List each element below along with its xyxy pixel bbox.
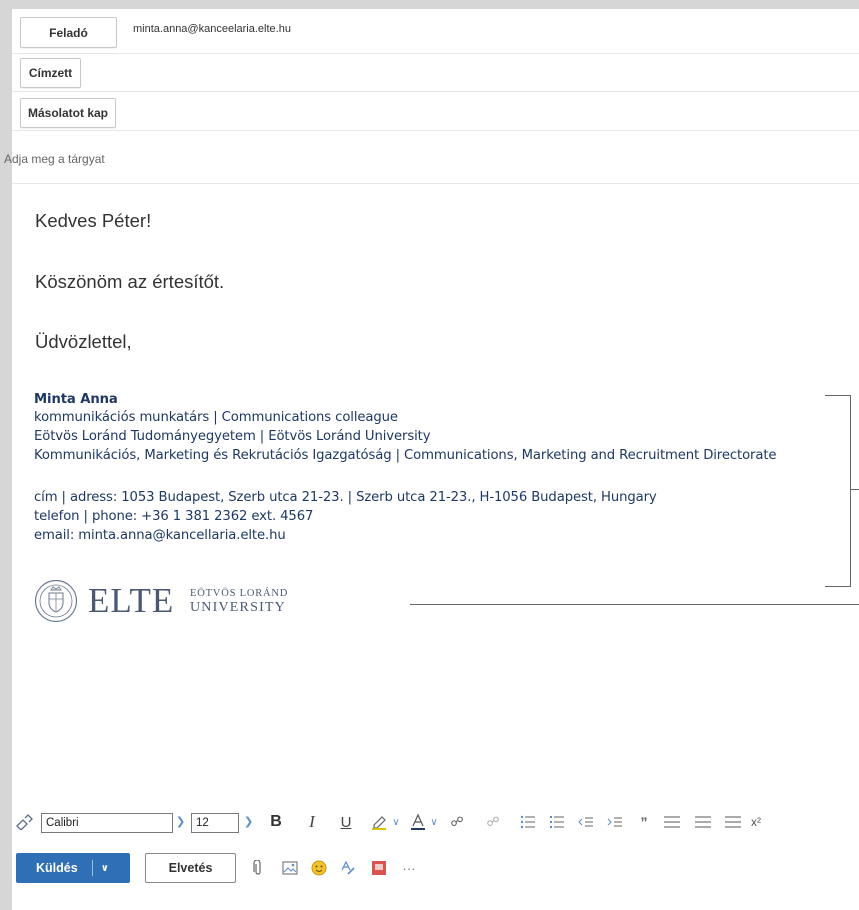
send-options-chevron-icon[interactable]: ∨ (101, 863, 109, 874)
attach-icon[interactable] (249, 858, 267, 878)
align-left-icon[interactable] (661, 812, 683, 832)
more-options-icon[interactable]: ··· (397, 858, 421, 878)
font-size-chevron-icon[interactable]: ❯ (244, 815, 253, 828)
signature-dept: Kommunikációs, Marketing és Rekrutációs … (34, 448, 777, 463)
italic-button[interactable]: I (302, 812, 322, 832)
numbered-list-icon[interactable] (546, 812, 568, 832)
greeting-text: Kedves Péter! (35, 210, 152, 231)
send-button-label[interactable]: Küldés (36, 861, 78, 875)
from-button[interactable]: Feladó (20, 17, 117, 48)
addin-icon[interactable] (369, 858, 389, 878)
signature-email: email: minta.anna@kancellaria.elte.hu (34, 528, 286, 543)
from-address: minta.anna@kanceelaria.elte.hu (133, 23, 291, 35)
discard-button[interactable]: Elvetés (145, 853, 236, 883)
insert-image-icon[interactable] (280, 858, 300, 878)
font-family-chevron-icon[interactable]: ❯ (176, 815, 185, 828)
font-color-chevron-icon[interactable]: ∨ (428, 814, 440, 830)
quote-icon[interactable]: ” (634, 812, 654, 832)
bullet-list-icon[interactable] (517, 812, 539, 832)
underline-button[interactable]: U (336, 812, 356, 832)
elte-logo-text: ELTE (88, 581, 175, 620)
to-row (12, 53, 859, 92)
align-right-icon[interactable] (722, 812, 744, 832)
annotation-line (410, 604, 859, 605)
signature-phone: telefon | phone: +36 1 381 2362 ext. 456… (34, 509, 314, 524)
action-bar: Küldés ∨ Elvetés ··· (12, 844, 859, 888)
elte-seal-icon (34, 579, 78, 628)
formatting-toolbar: Calibri ❯ 12 ❯ B I U ∨ ∨ ☍ ☍ ” x² (12, 805, 859, 839)
signature-title: kommunikációs munkatárs | Communications… (34, 410, 398, 425)
signature-org: Eötvös Loránd Tudományegyetem | Eötvös L… (34, 429, 431, 444)
cc-row (12, 91, 859, 131)
elte-logo-sub1: EÖTVÖS LORÁND (190, 588, 289, 599)
send-button[interactable]: Küldés ∨ (16, 853, 130, 883)
annotation-bracket-tick (850, 489, 859, 490)
elte-logo: ELTE EÖTVÖS LORÁND UNIVERSITY (34, 579, 314, 623)
elte-logo-sub2: UNIVERSITY (190, 600, 286, 615)
link-icon[interactable]: ☍ (446, 812, 468, 832)
cc-button[interactable]: Másolatot kap (20, 98, 116, 128)
superscript-icon[interactable]: x² (749, 812, 763, 832)
closing-text: Üdvözlettel, (35, 331, 132, 352)
compose-window: Feladó minta.anna@kanceelaria.elte.hu Cí… (4, 9, 859, 910)
subject-row[interactable] (12, 130, 859, 184)
annotation-bracket (825, 395, 851, 587)
decrease-indent-icon[interactable] (575, 812, 597, 832)
to-button[interactable]: Címzett (20, 58, 81, 88)
body-line: Köszönöm az értesítőt. (35, 271, 225, 292)
increase-indent-icon[interactable] (604, 812, 626, 832)
format-painter-icon[interactable] (14, 813, 34, 831)
font-family-select[interactable]: Calibri (41, 813, 173, 833)
subject-input[interactable]: Adja meg a tárgyat (4, 152, 105, 166)
highlight-chevron-icon[interactable]: ∨ (390, 814, 402, 830)
align-center-icon[interactable] (692, 812, 714, 832)
bold-button[interactable]: B (266, 812, 286, 832)
unlink-icon[interactable]: ☍ (482, 812, 504, 832)
signature-address: cím | adress: 1053 Budapest, Szerb utca … (34, 490, 657, 505)
font-size-select[interactable]: 12 (191, 813, 239, 833)
editor-icon[interactable] (338, 858, 358, 878)
highlight-icon[interactable] (368, 812, 390, 832)
send-divider (91, 860, 93, 876)
signature-name: Minta Anna (34, 392, 118, 407)
font-color-icon[interactable] (408, 812, 428, 832)
emoji-icon[interactable] (309, 858, 329, 878)
